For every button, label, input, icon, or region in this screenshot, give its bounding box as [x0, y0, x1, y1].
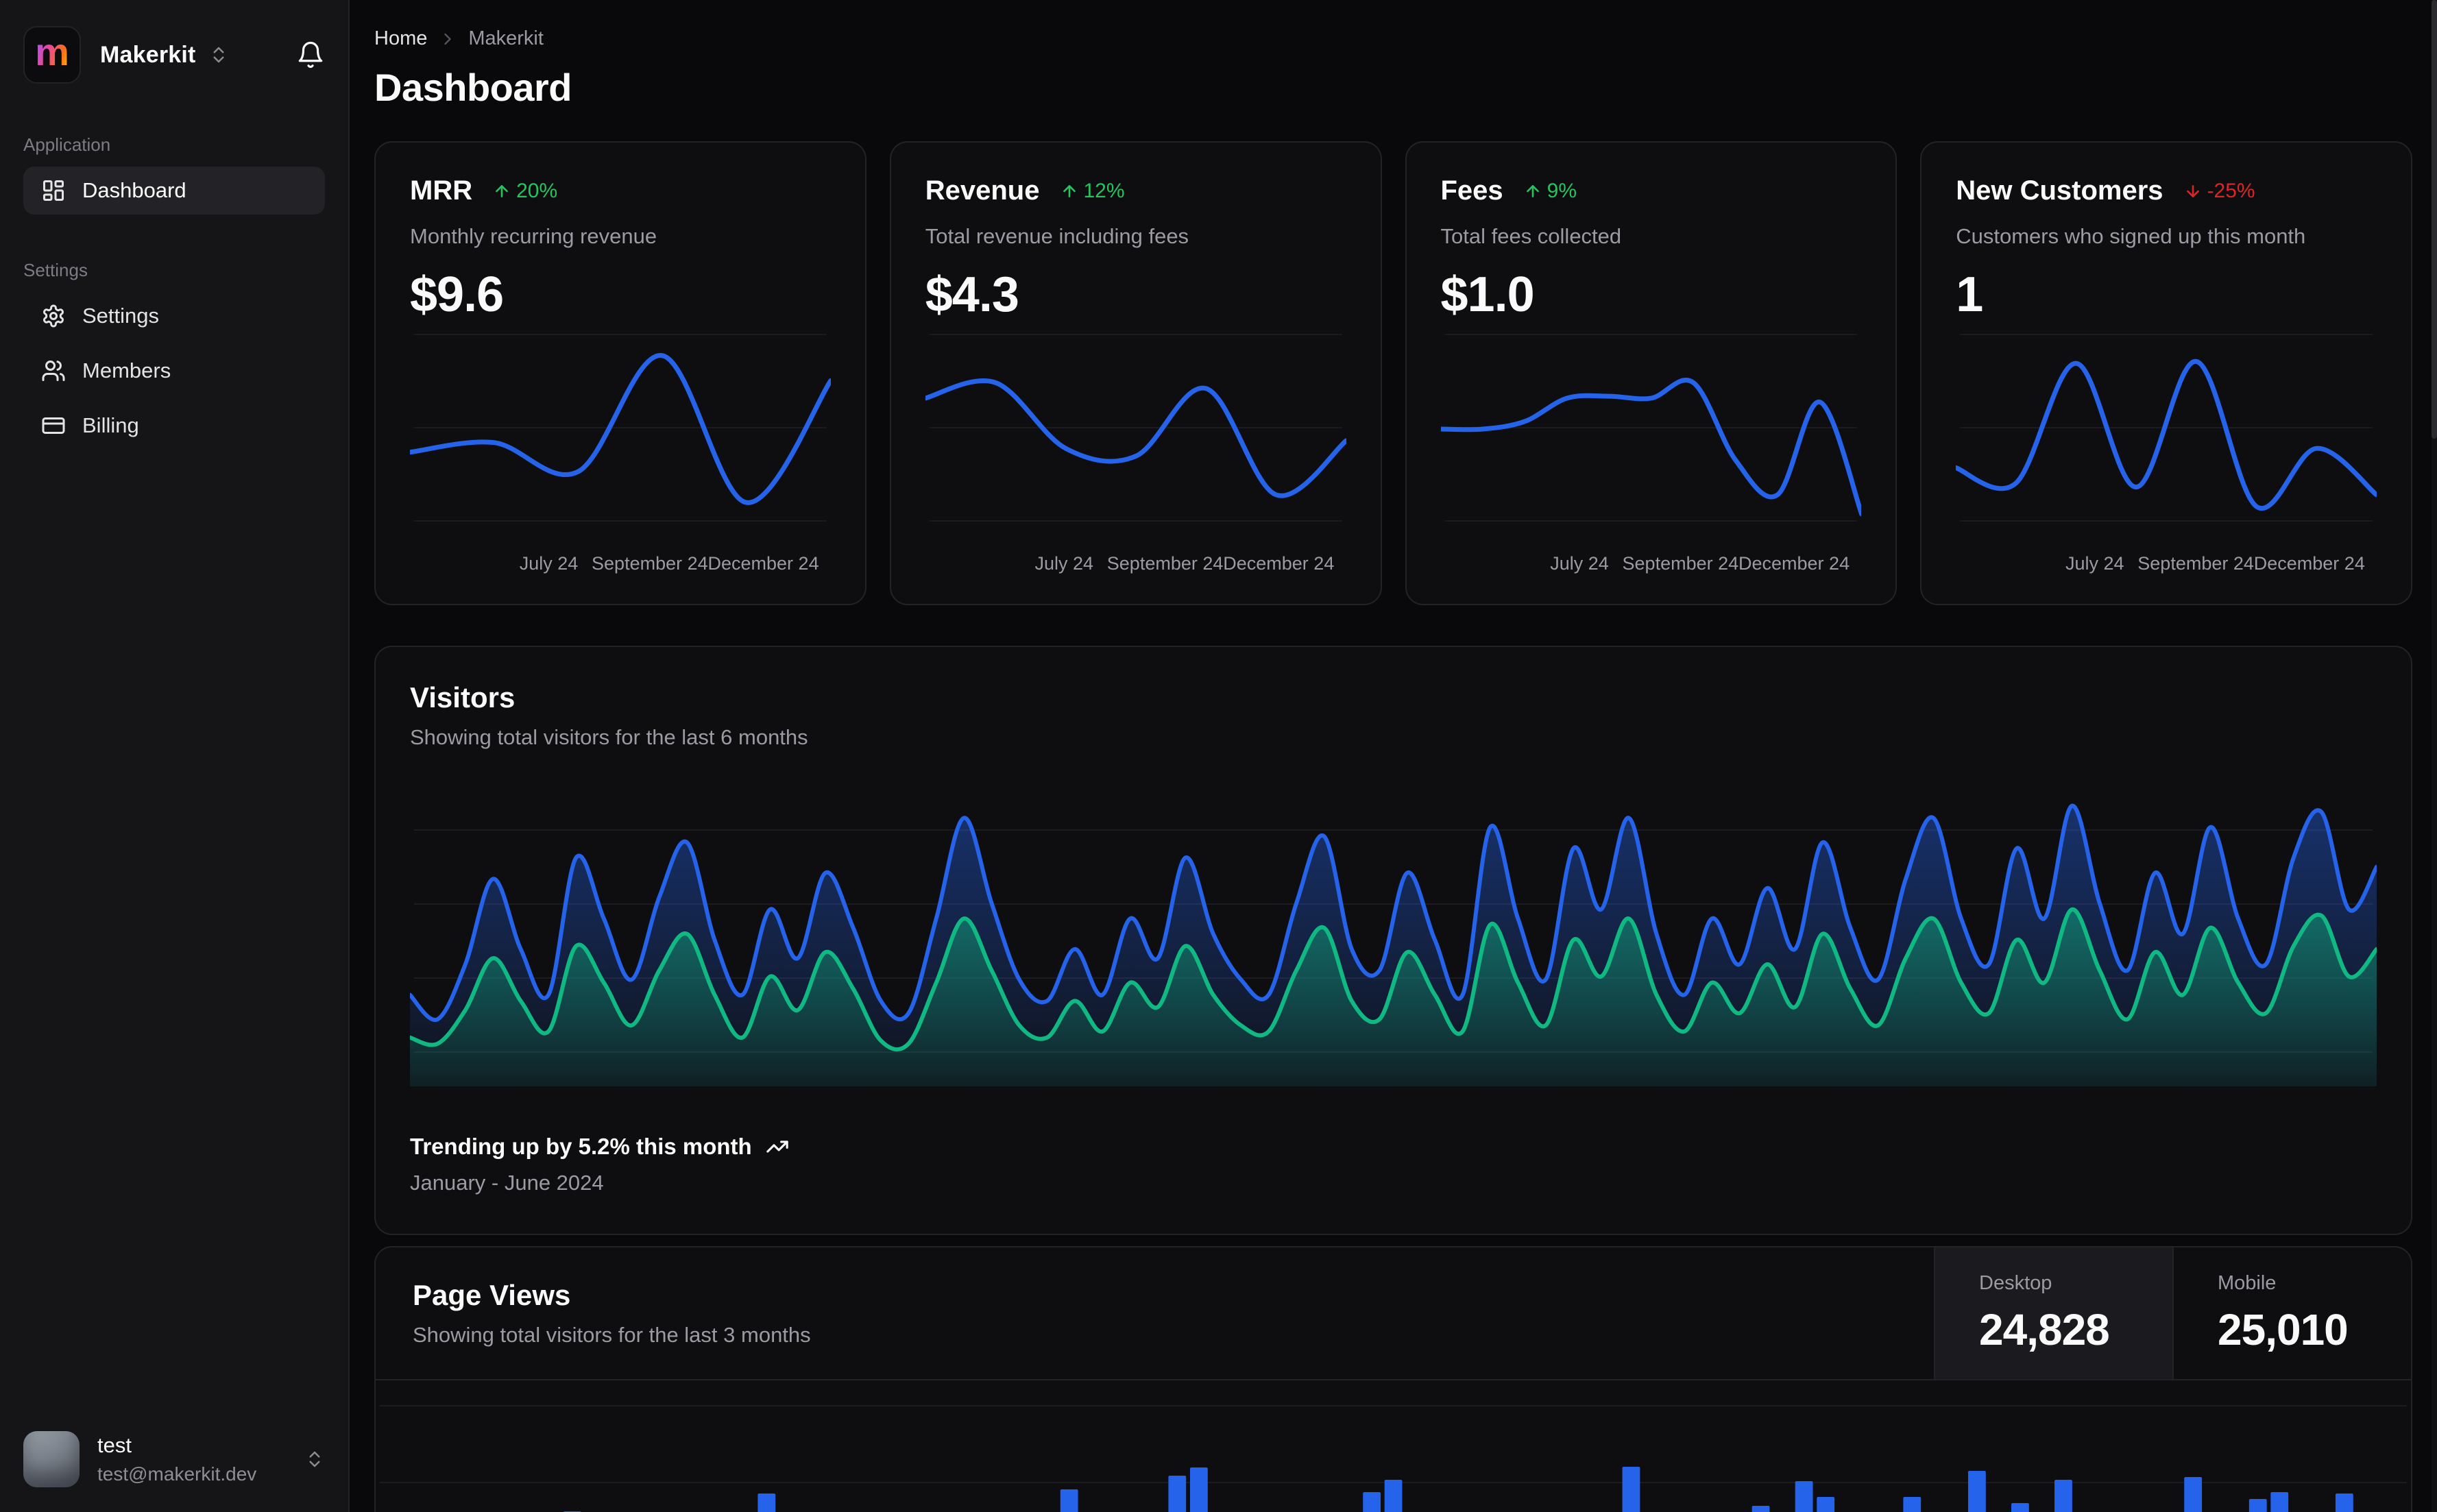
trend-value: 9%: [1547, 179, 1577, 202]
tab-desktop[interactable]: Desktop 24,828: [1934, 1247, 2172, 1379]
visitors-date-range: January - June 2024: [410, 1171, 604, 1195]
stat-title: Revenue: [925, 175, 1040, 206]
sidebar-item-label: Settings: [82, 304, 160, 328]
trend-value: 20%: [516, 179, 558, 202]
scrollbar-thumb[interactable]: [2432, 0, 2437, 439]
stat-card-revenue: Revenue 12% Total revenue including fees…: [889, 141, 1382, 605]
tab-value: 25,010: [2218, 1304, 2349, 1354]
tab-label: Desktop: [1979, 1271, 2052, 1294]
tab-mobile[interactable]: Mobile 25,010: [2172, 1247, 2411, 1379]
breadcrumb-current: Makerkit: [468, 27, 544, 49]
sidebar-item-members[interactable]: Members: [23, 347, 325, 395]
sidebar-item-label: Dashboard: [82, 178, 186, 202]
stat-description: Total fees collected: [1440, 224, 1622, 248]
arrow-down-icon: [2184, 182, 2202, 200]
visitors-card: Visitors Showing total visitors for the …: [374, 646, 2412, 1235]
users-icon: [41, 358, 66, 383]
sidebar-item-dashboard[interactable]: Dashboard: [23, 167, 325, 215]
stat-description: Monthly recurring revenue: [410, 224, 657, 248]
notifications-bell-icon[interactable]: [296, 40, 325, 69]
stat-title: Fees: [1440, 175, 1503, 206]
sidebar-item-settings[interactable]: Settings: [23, 292, 325, 340]
stat-title: New Customers: [1956, 175, 2163, 206]
makerkit-logo: m: [23, 26, 81, 84]
workspace-name: Makerkit: [100, 41, 196, 68]
section-label-settings: Settings: [23, 260, 88, 280]
stat-cards-row: MRR 20% Monthly recurring revenue $9.6 J…: [374, 141, 2412, 605]
page-title: Dashboard: [374, 66, 572, 109]
workspace-selector[interactable]: m Makerkit: [23, 26, 325, 84]
stat-card-new-customers: New Customers -25% Customers who signed …: [1920, 141, 2412, 605]
stat-title: MRR: [410, 175, 473, 206]
x-axis-labels: July 24 September 24 December 24: [1034, 553, 1335, 574]
breadcrumb: Home Makerkit: [374, 27, 2412, 50]
page-views-card: Page Views Showing total visitors for th…: [374, 1246, 2412, 1512]
stat-value: 1: [1956, 267, 1983, 322]
chevrons-up-down-icon: [208, 45, 229, 65]
breadcrumb-home[interactable]: Home: [374, 27, 427, 50]
page-views-title: Page Views: [413, 1279, 571, 1311]
sidebar-item-label: Members: [82, 358, 171, 382]
stat-card-mrr: MRR 20% Monthly recurring revenue $9.6 J…: [374, 141, 866, 605]
stat-card-fees: Fees 9% Total fees collected $1.0 July 2…: [1405, 141, 1898, 605]
arrow-up-icon: [493, 182, 511, 200]
trend-badge: 12%: [1060, 180, 1125, 203]
sparkline-chart: [925, 323, 1346, 535]
arrow-up-icon: [1524, 182, 1542, 200]
tab-label: Mobile: [2218, 1271, 2277, 1294]
trend-badge: -25%: [2184, 180, 2255, 203]
tab-value: 24,828: [1979, 1304, 2110, 1354]
user-email: test@makerkit.dev: [97, 1463, 257, 1485]
visitors-area-chart: [410, 775, 2377, 1097]
main-content: Home Makerkit Dashboard MRR 20% Monthly …: [350, 0, 2437, 1512]
visitors-title: Visitors: [410, 681, 516, 714]
trend-badge: 9%: [1524, 180, 1577, 203]
trend-value: -25%: [2207, 179, 2255, 202]
stat-value: $1.0: [1440, 267, 1535, 322]
x-axis-labels: July 24 September 24 December 24: [519, 553, 819, 574]
sidebar-item-billing[interactable]: Billing: [23, 402, 325, 450]
page-views-tabs: Desktop 24,828 Mobile 25,010: [1934, 1247, 2411, 1379]
x-axis-labels: July 24 September 24 December 24: [2065, 553, 2365, 574]
dashboard-icon: [41, 178, 66, 203]
page-views-bar-chart: [376, 1380, 2411, 1512]
visitors-subtitle: Showing total visitors for the last 6 mo…: [410, 725, 808, 749]
user-menu[interactable]: test test@makerkit.dev: [23, 1431, 325, 1487]
sidebar-item-label: Billing: [82, 413, 139, 437]
stat-description: Customers who signed up this month: [1956, 224, 2306, 248]
stat-value: $9.6: [410, 267, 504, 322]
gear-icon: [41, 304, 66, 328]
chevron-right-icon: [438, 29, 457, 49]
sparkline-chart: [410, 323, 831, 535]
trend-value: 12%: [1083, 179, 1125, 202]
arrow-up-icon: [1060, 182, 1078, 200]
stat-description: Total revenue including fees: [925, 224, 1189, 248]
sparkline-chart: [1956, 323, 2377, 535]
visitors-footer: Trending up by 5.2% this month January -…: [410, 1134, 2377, 1195]
scrollbar[interactable]: [2432, 0, 2437, 1512]
page-views-subtitle: Showing total visitors for the last 3 mo…: [413, 1323, 811, 1347]
trending-up-icon: [766, 1135, 789, 1158]
user-name: test: [97, 1433, 132, 1457]
x-axis-labels: July 24 September 24 December 24: [1550, 553, 1850, 574]
chevrons-up-down-icon: [304, 1449, 325, 1470]
user-avatar: [23, 1431, 80, 1487]
sidebar: m Makerkit Application Dashboard Setting…: [0, 0, 350, 1512]
stat-value: $4.3: [925, 267, 1019, 322]
trend-badge: 20%: [493, 180, 557, 203]
sparkline-chart: [1441, 323, 1862, 535]
section-label-application: Application: [23, 134, 111, 155]
visitors-trend-text: Trending up by 5.2% this month: [410, 1134, 752, 1159]
credit-card-icon: [41, 413, 66, 438]
